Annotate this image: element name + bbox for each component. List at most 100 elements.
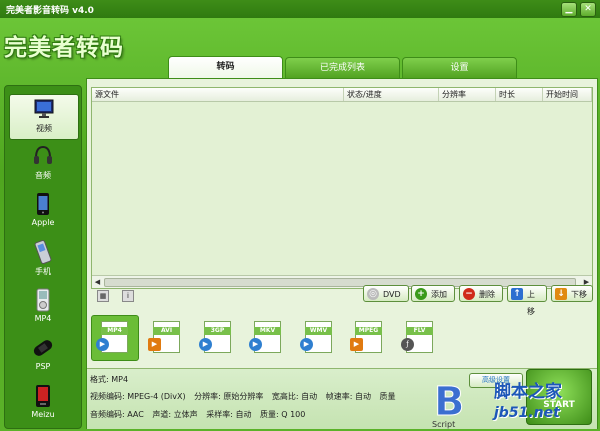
column-header-source[interactable]: 源文件: [92, 88, 344, 101]
format-label: FLV: [406, 327, 433, 335]
app-logo: 完美者转码: [4, 35, 124, 61]
play-icon: ▶: [199, 338, 212, 351]
sidebar-item-label: 音频: [35, 171, 51, 180]
format-mp4[interactable]: MP4 ▶: [91, 315, 139, 361]
column-header-start-time[interactable]: 开始时间: [543, 88, 592, 101]
format-avi[interactable]: AVI ▶: [147, 319, 181, 355]
add-button[interactable]: + 添加: [411, 285, 455, 302]
delete-label: 删除: [479, 290, 495, 299]
mobile-phone-icon: [34, 240, 52, 264]
format-file-icon: MKV ▶: [249, 321, 281, 353]
format-file-icon: WMV ▶: [300, 321, 332, 353]
info-video-codec: 视频编码: MPEG-4 (DivX): [90, 392, 186, 401]
close-button[interactable]: ✕: [580, 2, 596, 17]
title-bar: 完美者影音转码 v4.0 ▁ ✕: [0, 0, 600, 18]
column-header-status[interactable]: 状态/进度: [344, 88, 439, 101]
output-format-bar: MP4 ▶ AVI ▶ 3GP ▶ MKV ▶ WMV ▶ MPEG ▶ FLV ƒ: [91, 315, 591, 361]
info-resolution: 分辨率: 原始分辨率: [194, 392, 264, 401]
format-label: MKV: [254, 327, 281, 335]
dvd-button[interactable]: ◎ DVD: [363, 285, 409, 302]
list-view-icon[interactable]: ▦: [97, 290, 109, 302]
psp-icon: [33, 340, 53, 356]
sidebar-item-label: Apple: [31, 218, 55, 227]
sidebar-item-mobile[interactable]: 手机: [9, 238, 77, 282]
tab-transcode[interactable]: 转码: [168, 56, 283, 80]
info-icon[interactable]: i: [122, 290, 134, 302]
meizu-player-icon: [36, 385, 50, 407]
watermark-site-name: 脚本之家: [494, 382, 562, 402]
info-samplerate: 采样率: 自动: [206, 410, 252, 419]
format-label: MPEG: [355, 327, 382, 335]
column-header-resolution[interactable]: 分辨率: [439, 88, 496, 101]
play-icon: ▶: [300, 338, 313, 351]
info-audio-codec: 音频编码: AAC: [90, 410, 144, 419]
info-audio-row: 音频编码: AAC 声道: 立体声 采样率: 自动 质量: Q 100: [90, 409, 311, 420]
format-flv[interactable]: FLV ƒ: [400, 319, 434, 355]
format-file-icon: 3GP ▶: [199, 321, 231, 353]
sidebar-item-label: PSP: [35, 362, 51, 371]
info-channels: 声道: 立体声: [152, 410, 198, 419]
format-label: WMV: [305, 327, 332, 335]
move-down-button[interactable]: ↓ 下移: [551, 285, 593, 302]
file-list[interactable]: 源文件 状态/进度 分辨率 时长 开始时间 ◀ ▶: [91, 87, 593, 289]
move-up-button[interactable]: ↑ 上移: [507, 285, 547, 316]
device-sidebar: 视频 音频 Apple 手机 MP4 PSP Meizu: [4, 85, 82, 429]
minus-icon: −: [463, 288, 475, 300]
mp4-player-icon: [36, 288, 50, 312]
add-label: 添加: [431, 290, 447, 299]
format-file-icon: AVI ▶: [148, 321, 180, 353]
sidebar-item-audio[interactable]: 音频: [9, 142, 77, 186]
sidebar-item-label: 手机: [35, 267, 51, 276]
sidebar-item-label: Meizu: [31, 410, 55, 419]
play-icon: ▶: [249, 338, 262, 351]
window-title: 完美者影音转码 v4.0: [6, 6, 94, 16]
svg-text:B: B: [434, 379, 465, 425]
monitor-icon: [34, 99, 54, 118]
column-header-duration[interactable]: 时长: [496, 88, 543, 101]
sidebar-item-video[interactable]: 视频: [9, 94, 79, 140]
sidebar-item-meizu[interactable]: Meizu: [9, 382, 77, 426]
iphone-icon: [37, 193, 49, 215]
sidebar-item-psp[interactable]: PSP: [9, 334, 77, 378]
format-label: AVI: [153, 327, 180, 335]
format-label: MP4: [101, 327, 128, 335]
scroll-thumb[interactable]: [104, 278, 576, 287]
format-file-icon: MP4 ▶: [96, 321, 128, 353]
format-label: 3GP: [204, 327, 231, 335]
info-format: 格式: MP4: [90, 375, 129, 384]
info-aspect: 宽高比: 自动: [271, 392, 318, 401]
format-wmv[interactable]: WMV ▶: [299, 319, 333, 355]
arrow-down-icon: ↓: [555, 288, 567, 300]
watermark: B Script 脚本之家 jb51.net: [430, 375, 600, 431]
info-quality: 质量: [379, 392, 396, 401]
file-list-header: 源文件 状态/进度 分辨率 时长 开始时间: [92, 88, 592, 102]
disc-icon: ◎: [367, 288, 379, 300]
sidebar-item-apple[interactable]: Apple: [9, 190, 77, 234]
tab-completed-list[interactable]: 已完成列表: [285, 57, 400, 79]
format-mpeg[interactable]: MPEG ▶: [349, 319, 383, 355]
format-file-icon: FLV ƒ: [401, 321, 433, 353]
move-up-label: 上移: [527, 290, 535, 316]
headphones-icon: [34, 145, 52, 164]
tab-settings[interactable]: 设置: [402, 57, 517, 79]
svg-text:Script: Script: [432, 420, 455, 429]
format-3gp[interactable]: 3GP ▶: [198, 319, 232, 355]
delete-button[interactable]: − 删除: [459, 285, 503, 302]
play-icon: ▶: [96, 338, 109, 351]
sidebar-item-mp4[interactable]: MP4: [9, 286, 77, 330]
dvd-label: DVD: [383, 290, 401, 299]
flash-icon: ƒ: [401, 338, 414, 351]
sidebar-item-label: MP4: [34, 314, 52, 323]
app-window: 完美者影音转码 v4.0 ▁ ✕ 完美者转码 转码 已完成列表 设置 视频 音频…: [0, 0, 600, 431]
info-audio-quality: 质量: Q 100: [260, 410, 306, 419]
format-file-icon: MPEG ▶: [350, 321, 382, 353]
format-mkv[interactable]: MKV ▶: [248, 319, 282, 355]
scroll-left-icon[interactable]: ◀: [92, 276, 103, 288]
minimize-button[interactable]: ▁: [561, 2, 577, 17]
move-down-label: 下移: [571, 290, 587, 299]
play-icon: ▶: [148, 338, 161, 351]
play-icon: ▶: [350, 338, 363, 351]
plus-icon: +: [415, 288, 427, 300]
arrow-up-icon: ↑: [511, 288, 523, 300]
info-framerate: 帧速率: 自动: [325, 392, 371, 401]
